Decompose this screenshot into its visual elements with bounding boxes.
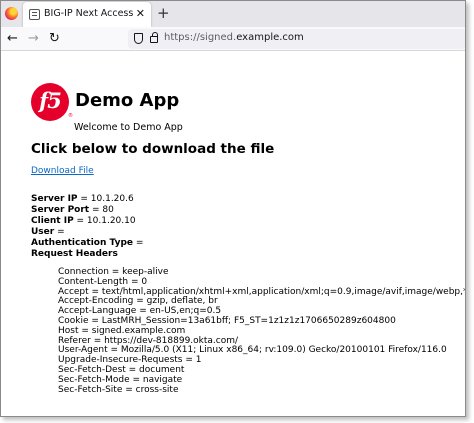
f5-logo-text: f5 — [39, 88, 62, 113]
info-label: User — [31, 227, 55, 237]
connection-info: Server IP = 10.1.20.6 Server Port = 80 C… — [31, 194, 143, 249]
info-server-port: Server Port = 80 — [31, 205, 143, 216]
request-headers-title: Request Headers — [31, 249, 118, 259]
tab-demo-app[interactable]: BIG-IP Next Access Demo ✕ — [23, 2, 151, 27]
tab-title: BIG-IP Next Access Demo — [44, 8, 136, 19]
info-server-ip: Server IP = 10.1.20.6 — [31, 194, 143, 205]
info-value: = 80 — [89, 205, 114, 215]
back-arrow-icon[interactable]: ← — [7, 30, 18, 47]
shield-icon[interactable] — [134, 33, 143, 44]
welcome-text: Welcome to Demo App — [74, 122, 183, 133]
browser-window: BIG-IP Next Access Demo ✕ + ← → ↻ https:… — [0, 0, 466, 417]
page-favicon-icon — [29, 9, 40, 20]
app-title: Demo App — [75, 90, 180, 111]
reload-icon[interactable]: ↻ — [49, 30, 60, 47]
page-content: f5 ® Demo App Welcome to Demo App Click … — [1, 52, 465, 416]
info-value: = 10.1.20.6 — [77, 194, 134, 204]
f5-logo: f5 — [31, 83, 69, 121]
info-value: = — [54, 227, 65, 237]
info-user: User = — [31, 227, 143, 238]
registered-mark: ® — [68, 113, 73, 119]
navigation-bar: ← → ↻ https://signed.example.com — [1, 27, 465, 51]
info-label: Server Port — [31, 205, 90, 215]
tab-strip: BIG-IP Next Access Demo ✕ + — [1, 1, 465, 27]
new-tab-button[interactable]: + — [157, 4, 170, 22]
url-host: example.com — [236, 32, 304, 43]
header-sec-fetch-site: Sec-Fetch-Site = cross-site — [58, 384, 179, 395]
info-auth-type: Authentication Type = — [31, 238, 143, 249]
forward-arrow-icon[interactable]: → — [28, 30, 39, 47]
info-value: = — [132, 238, 144, 248]
firefox-icon[interactable] — [5, 7, 18, 20]
info-label: Server IP — [31, 194, 78, 204]
info-label: Client IP — [31, 216, 74, 226]
url-text[interactable]: https://signed.example.com — [164, 32, 304, 43]
download-file-link[interactable]: Download File — [31, 166, 94, 176]
close-tab-icon[interactable]: ✕ — [136, 6, 145, 21]
info-value: = 10.1.20.10 — [73, 216, 136, 226]
info-client-ip: Client IP = 10.1.20.10 — [31, 216, 143, 227]
address-bar[interactable]: https://signed.example.com — [128, 29, 465, 49]
request-headers-list: Connection = keep-alive Content-Length =… — [58, 267, 465, 395]
info-label: Authentication Type — [31, 238, 133, 248]
lock-icon[interactable] — [150, 32, 158, 43]
url-scheme: https://signed. — [164, 32, 237, 43]
download-heading: Click below to download the file — [31, 141, 275, 157]
